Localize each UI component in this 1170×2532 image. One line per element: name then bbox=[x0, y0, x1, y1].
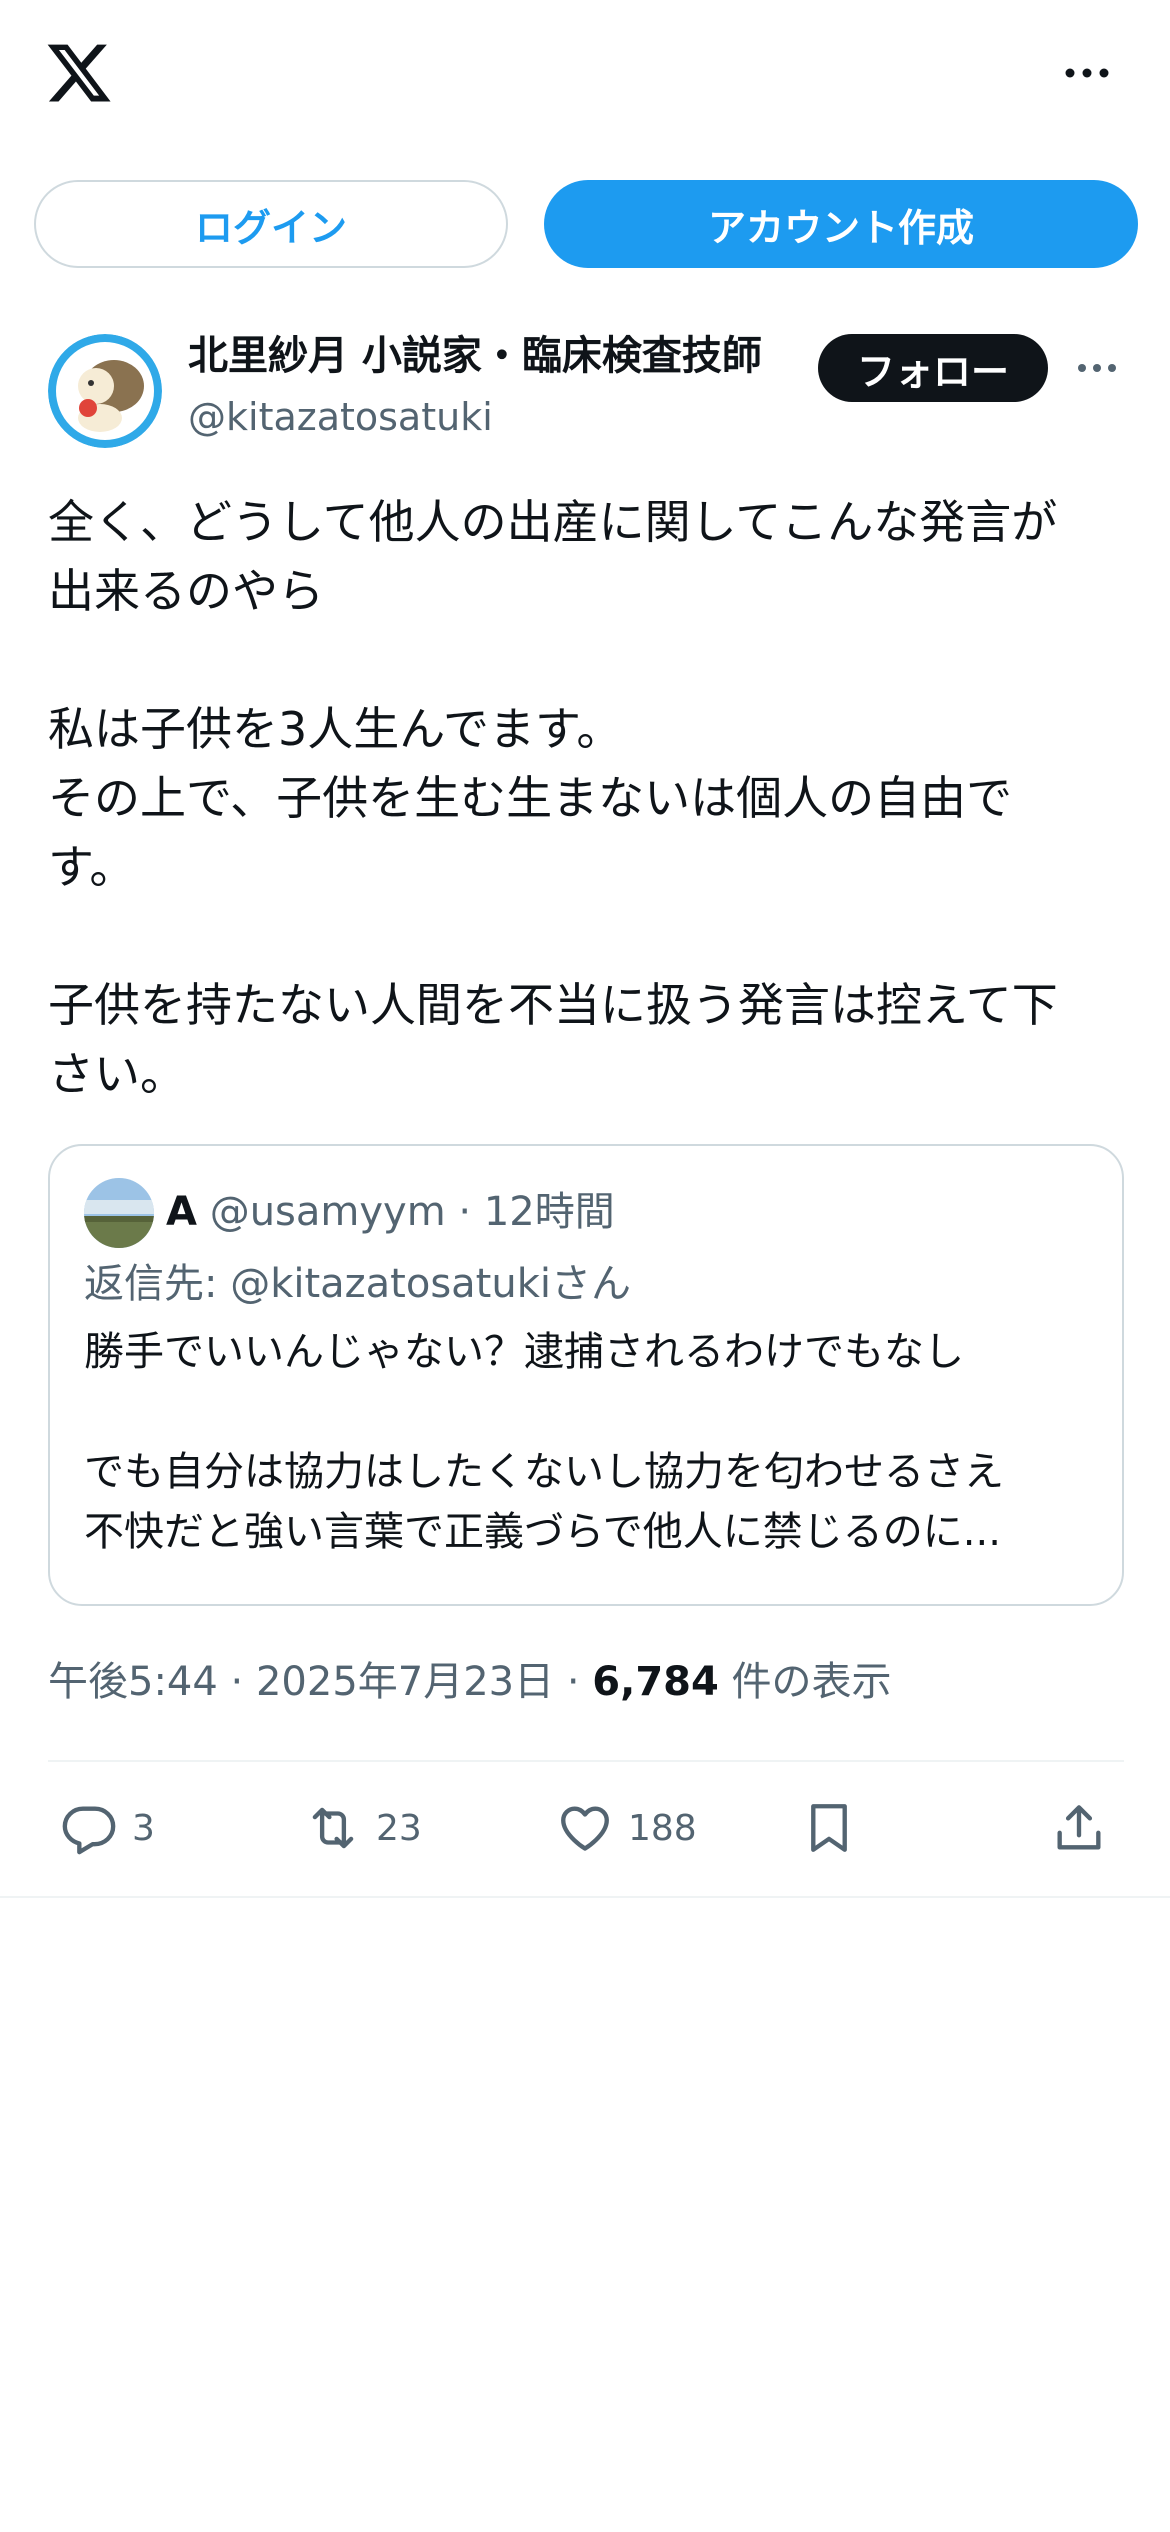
like-button[interactable]: 188 bbox=[556, 1796, 697, 1860]
reply-count: 3 bbox=[132, 1807, 155, 1849]
post-meta: 午後5:44 · 2025年7月23日 · 6,784 件の表示 bbox=[48, 1650, 892, 1714]
heart-icon bbox=[561, 1806, 609, 1851]
post-time[interactable]: 午後5:44 bbox=[48, 1659, 218, 1705]
reply-button[interactable]: 3 bbox=[60, 1796, 155, 1860]
more-horizontal-icon[interactable] bbox=[1062, 58, 1112, 88]
quote-time: 12時間 bbox=[483, 1189, 615, 1235]
view-count-label: 件の表示 bbox=[731, 1659, 892, 1705]
login-button[interactable]: ログイン bbox=[34, 180, 508, 268]
retweet-count: 23 bbox=[376, 1807, 422, 1849]
like-count: 188 bbox=[628, 1807, 697, 1849]
divider bbox=[0, 1896, 1170, 1898]
more-horizontal-icon[interactable] bbox=[1076, 356, 1118, 380]
quote-reply-to: 返信先: @kitazatosatukiさん bbox=[84, 1261, 631, 1307]
quote-header: A @usamyym · 12時間 bbox=[166, 1180, 615, 1244]
quote-separator: · bbox=[458, 1189, 472, 1235]
author-name[interactable]: 北里紗月 小説家・臨床検査技師 bbox=[188, 326, 798, 386]
follow-button[interactable]: フォロー bbox=[818, 334, 1048, 402]
quote-avatar bbox=[84, 1178, 154, 1248]
divider bbox=[48, 1760, 1124, 1762]
author-handle[interactable]: @kitazatosatuki bbox=[188, 390, 493, 444]
author-avatar[interactable] bbox=[48, 334, 162, 448]
quote-author-handle: @usamyym bbox=[209, 1189, 446, 1235]
retweet-button[interactable]: 23 bbox=[304, 1796, 422, 1860]
share-icon bbox=[1057, 1805, 1101, 1850]
signup-button[interactable]: アカウント作成 bbox=[544, 180, 1138, 268]
meta-separator: · bbox=[566, 1659, 580, 1705]
reply-icon bbox=[62, 1806, 116, 1855]
x-logo-icon[interactable] bbox=[44, 38, 114, 108]
bookmark-icon bbox=[811, 1804, 847, 1852]
retweet-icon bbox=[312, 1807, 354, 1849]
view-count: 6,784 bbox=[592, 1659, 719, 1705]
meta-separator: · bbox=[230, 1659, 244, 1705]
bookmark-button[interactable] bbox=[800, 1796, 858, 1860]
post-date[interactable]: 2025年7月23日 bbox=[256, 1659, 554, 1705]
quote-author-name: A bbox=[166, 1189, 197, 1235]
share-button[interactable] bbox=[1050, 1796, 1108, 1860]
post-text: 全く、どうして他人の出産に関してこんな発言が 出来るのやら 私は子供を3人生んで… bbox=[48, 495, 1058, 1101]
quote-text: 勝手でいいんじゃない？逮捕されるわけでもなし でも自分は協力はしたくないし協力を… bbox=[84, 1329, 1004, 1555]
